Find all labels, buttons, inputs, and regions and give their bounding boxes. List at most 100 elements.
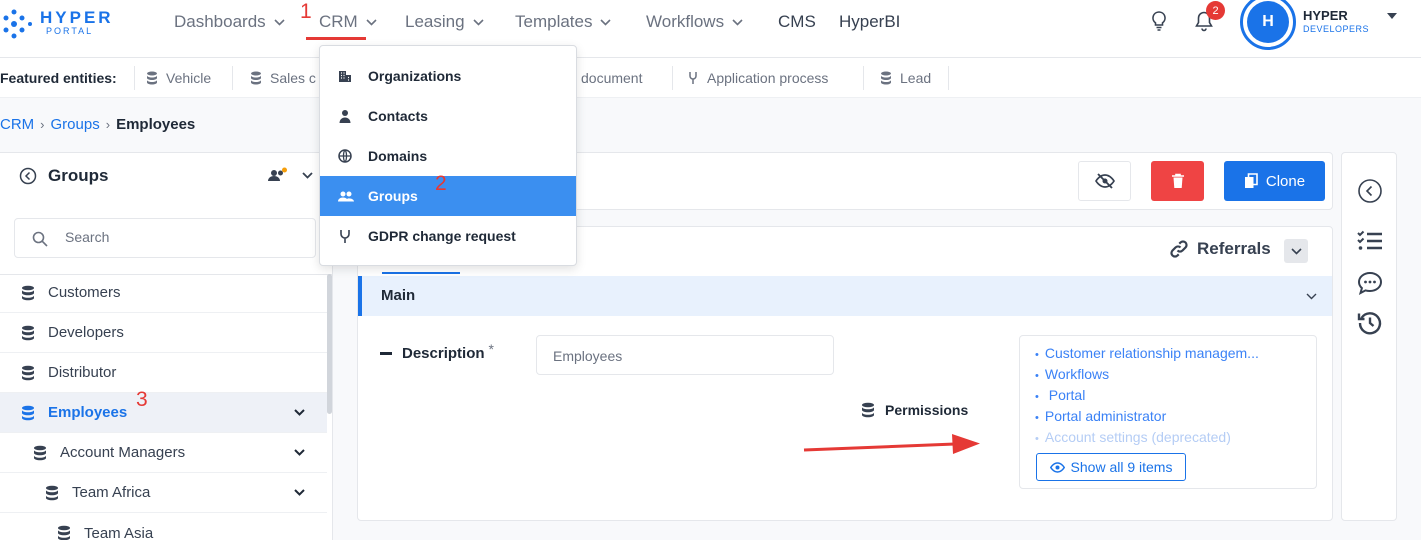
checklist-icon [1357, 230, 1382, 250]
history-icon [1357, 312, 1382, 335]
tree-item-customers[interactable]: Customers [0, 273, 327, 313]
history-button[interactable] [1357, 310, 1383, 336]
database-icon [22, 285, 34, 300]
featured-label: Featured entities: [0, 70, 117, 86]
menu-item-label: Groups [368, 188, 418, 204]
permission-item[interactable]: Portal administrator [1035, 408, 1305, 424]
crm-annotation-underline [306, 37, 366, 40]
tree-item-employees[interactable]: Employees [0, 393, 327, 433]
nav-leasing-label: Leasing [405, 12, 465, 31]
tree-item-team-africa[interactable]: Team Africa [0, 473, 327, 513]
logo[interactable]: HYPER PORTAL [0, 4, 130, 48]
red-arrow-annotation [803, 434, 980, 454]
fork-icon [689, 72, 697, 84]
annotation-number-3: 3 [136, 388, 148, 411]
permission-item[interactable]: Account settings (deprecated) [1035, 429, 1305, 445]
featured-item-application-process[interactable]: Application process [687, 70, 828, 86]
featured-item-lead[interactable]: Lead [880, 70, 931, 86]
featured-item-sales[interactable]: Sales c [250, 70, 316, 86]
search-box[interactable] [14, 218, 316, 258]
nav-templates[interactable]: Templates [515, 11, 612, 33]
notification-count-badge: 2 [1206, 1, 1225, 20]
groups-panel: Groups Customers Developers Distributor … [0, 152, 333, 540]
collapse-rail-button[interactable] [1357, 178, 1383, 204]
menu-item-contacts[interactable]: Contacts [320, 96, 576, 136]
nav-leasing[interactable]: Leasing [405, 11, 484, 33]
nav-hyperbi-label: HyperBI [839, 12, 901, 31]
chevron-down-icon[interactable] [294, 409, 305, 416]
featured-entities-bar: Featured entities: Vehicle Sales c docum… [0, 58, 1421, 98]
tree-item-team-asia[interactable]: Team Asia [0, 513, 327, 540]
referrals-tab[interactable]: Referrals [1169, 239, 1271, 259]
search-icon [32, 231, 48, 247]
divider [948, 66, 949, 90]
nav-workflows[interactable]: Workflows [646, 11, 743, 33]
nav-cms[interactable]: CMS [778, 11, 816, 33]
breadcrumb-crm[interactable]: CRM [0, 116, 34, 133]
chevron-down-icon[interactable] [294, 449, 305, 456]
breadcrumb-separator: › [105, 117, 111, 132]
tree-item-distributor[interactable]: Distributor [0, 353, 327, 393]
permission-item[interactable]: Workflows [1035, 366, 1305, 382]
nav-hyperbi[interactable]: HyperBI [839, 11, 900, 33]
clone-button[interactable]: Clone [1224, 161, 1325, 201]
user-name[interactable]: HYPER [1303, 8, 1348, 23]
annotation-number-1: 1 [300, 0, 312, 23]
tree-item-label: Team Africa [72, 484, 151, 501]
show-all-button[interactable]: Show all 9 items [1036, 453, 1186, 481]
database-icon [251, 71, 261, 85]
database-icon [147, 71, 157, 85]
tree-item-developers[interactable]: Developers [0, 313, 327, 353]
chevron-down-icon [732, 18, 743, 26]
chevron-down-icon [1290, 247, 1302, 255]
lightbulb-button[interactable] [1150, 10, 1168, 32]
panel-options-button[interactable] [302, 172, 313, 179]
people-icon [268, 167, 287, 181]
featured-item-label: Vehicle [166, 70, 212, 86]
tabs-toggle-button[interactable] [1284, 239, 1308, 263]
avatar[interactable]: H [1247, 1, 1289, 43]
fork-icon [340, 230, 350, 243]
divider [863, 66, 864, 90]
groups-people-button[interactable] [268, 167, 288, 183]
menu-item-gdpr-change-request[interactable]: GDPR change request [320, 216, 576, 256]
description-field[interactable]: Employees [536, 335, 834, 375]
back-button[interactable] [19, 167, 37, 185]
circle-arrow-left-icon [19, 167, 37, 185]
tasks-button[interactable] [1357, 230, 1383, 252]
menu-item-organizations[interactable]: Organizations [320, 56, 576, 96]
search-input[interactable] [65, 229, 305, 245]
permission-item[interactable]: Portal [1035, 387, 1305, 403]
featured-item-vehicle[interactable]: Vehicle [146, 70, 211, 86]
user-menu-caret-icon[interactable] [1387, 13, 1397, 19]
section-header-main[interactable]: Main [358, 276, 1332, 316]
show-all-label: Show all 9 items [1070, 459, 1173, 475]
chevron-down-icon [600, 18, 612, 26]
scrollbar[interactable] [327, 274, 332, 414]
record-content: Referrals Main Description * Employees P… [357, 226, 1333, 521]
hide-button[interactable] [1078, 161, 1131, 201]
eye-icon [1049, 461, 1065, 473]
chevron-down-icon[interactable] [294, 489, 305, 496]
nav-crm-label: CRM [319, 12, 358, 31]
tree-item-account-managers[interactable]: Account Managers [0, 433, 327, 473]
nav-crm[interactable]: CRM [319, 11, 377, 33]
nav-dashboards-label: Dashboards [174, 12, 266, 31]
nav-templates-label: Templates [515, 12, 593, 31]
breadcrumb-groups[interactable]: Groups [51, 116, 100, 133]
menu-item-domains[interactable]: Domains [320, 136, 576, 176]
permission-item[interactable]: Customer relationship managem... [1035, 345, 1305, 361]
comments-button[interactable] [1357, 271, 1383, 295]
delete-button[interactable] [1151, 161, 1204, 201]
featured-item-document[interactable]: document [581, 70, 642, 86]
logo-dots-icon [3, 9, 32, 39]
menu-item-groups[interactable]: Groups [320, 176, 576, 216]
nav-dashboards[interactable]: Dashboards [174, 11, 285, 33]
menu-item-label: Contacts [368, 108, 428, 124]
referrals-label: Referrals [1197, 239, 1271, 258]
panel-title: Groups [48, 166, 109, 185]
database-icon [22, 405, 34, 420]
top-navigation: HYPER PORTAL Dashboards CRM 1 Leasing Te… [0, 0, 1421, 58]
permissions-label: Permissions [861, 402, 968, 418]
clone-button-label: Clone [1265, 172, 1306, 190]
